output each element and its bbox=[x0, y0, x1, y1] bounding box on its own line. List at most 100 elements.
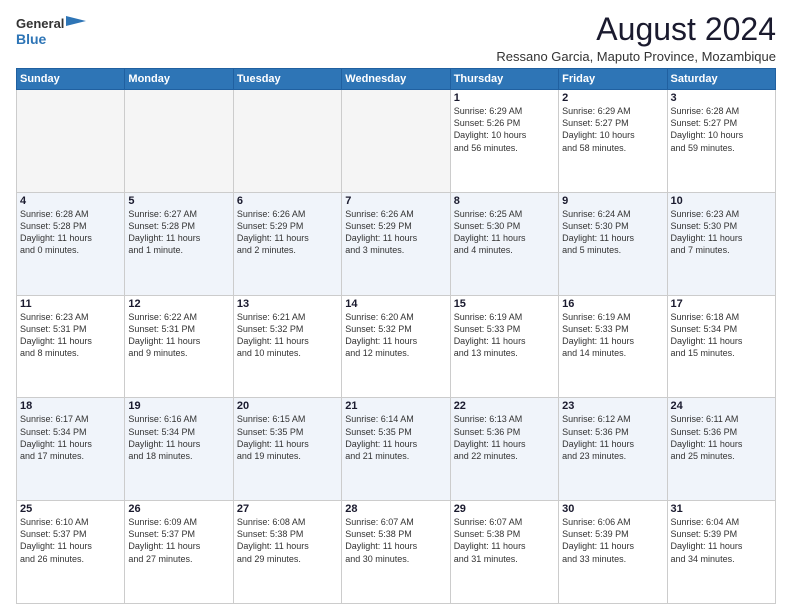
calendar-cell: 19Sunrise: 6:16 AMSunset: 5:34 PMDayligh… bbox=[125, 398, 233, 501]
cell-info-line: Sunrise: 6:24 AM bbox=[562, 208, 663, 220]
cell-info-line: Daylight: 11 hours bbox=[128, 335, 229, 347]
calendar-cell: 6Sunrise: 6:26 AMSunset: 5:29 PMDaylight… bbox=[233, 192, 341, 295]
cell-info-line: Sunset: 5:28 PM bbox=[20, 220, 121, 232]
calendar-cell: 1Sunrise: 6:29 AMSunset: 5:26 PMDaylight… bbox=[450, 90, 558, 193]
calendar-cell: 10Sunrise: 6:23 AMSunset: 5:30 PMDayligh… bbox=[667, 192, 775, 295]
day-header-sunday: Sunday bbox=[17, 69, 125, 90]
cell-info-line: Sunrise: 6:21 AM bbox=[237, 311, 338, 323]
cell-info-line: and 15 minutes. bbox=[671, 347, 772, 359]
day-number: 11 bbox=[20, 298, 121, 310]
calendar-cell: 5Sunrise: 6:27 AMSunset: 5:28 PMDaylight… bbox=[125, 192, 233, 295]
cell-info-line: and 0 minutes. bbox=[20, 244, 121, 256]
cell-info-line: Sunrise: 6:19 AM bbox=[454, 311, 555, 323]
cell-info-line: Sunrise: 6:19 AM bbox=[562, 311, 663, 323]
calendar-cell: 17Sunrise: 6:18 AMSunset: 5:34 PMDayligh… bbox=[667, 295, 775, 398]
cell-info-line: Sunset: 5:37 PM bbox=[20, 528, 121, 540]
day-number: 14 bbox=[345, 298, 446, 310]
cell-info-line: Sunset: 5:38 PM bbox=[454, 528, 555, 540]
cell-info-line: and 3 minutes. bbox=[345, 244, 446, 256]
cell-info-line: Sunset: 5:39 PM bbox=[671, 528, 772, 540]
day-number: 23 bbox=[562, 400, 663, 412]
logo-general: General bbox=[16, 17, 64, 31]
day-number: 17 bbox=[671, 298, 772, 310]
cell-info-line: Sunset: 5:30 PM bbox=[671, 220, 772, 232]
cell-info-line: Sunrise: 6:07 AM bbox=[454, 516, 555, 528]
cell-info-line: Sunset: 5:32 PM bbox=[237, 323, 338, 335]
cell-info-line: Daylight: 11 hours bbox=[671, 335, 772, 347]
calendar-cell: 9Sunrise: 6:24 AMSunset: 5:30 PMDaylight… bbox=[559, 192, 667, 295]
calendar-week-row: 18Sunrise: 6:17 AMSunset: 5:34 PMDayligh… bbox=[17, 398, 776, 501]
cell-info-line: and 9 minutes. bbox=[128, 347, 229, 359]
calendar-cell: 20Sunrise: 6:15 AMSunset: 5:35 PMDayligh… bbox=[233, 398, 341, 501]
cell-info-line: Daylight: 11 hours bbox=[671, 540, 772, 552]
calendar-cell: 28Sunrise: 6:07 AMSunset: 5:38 PMDayligh… bbox=[342, 501, 450, 604]
day-number: 10 bbox=[671, 195, 772, 207]
cell-info-line: and 18 minutes. bbox=[128, 450, 229, 462]
day-number: 24 bbox=[671, 400, 772, 412]
cell-info-line: Sunset: 5:31 PM bbox=[20, 323, 121, 335]
cell-info-line: Sunrise: 6:15 AM bbox=[237, 413, 338, 425]
cell-info-line: and 27 minutes. bbox=[128, 553, 229, 565]
day-number: 30 bbox=[562, 503, 663, 515]
cell-info-line: Daylight: 11 hours bbox=[562, 438, 663, 450]
cell-info-line: and 58 minutes. bbox=[562, 142, 663, 154]
calendar-cell: 23Sunrise: 6:12 AMSunset: 5:36 PMDayligh… bbox=[559, 398, 667, 501]
calendar-cell: 26Sunrise: 6:09 AMSunset: 5:37 PMDayligh… bbox=[125, 501, 233, 604]
cell-info-line: and 25 minutes. bbox=[671, 450, 772, 462]
logo-flag-icon bbox=[64, 16, 86, 32]
cell-info-line: and 19 minutes. bbox=[237, 450, 338, 462]
title-section: August 2024 Ressano Garcia, Maputo Provi… bbox=[86, 12, 776, 64]
cell-info-line: Daylight: 11 hours bbox=[671, 438, 772, 450]
day-number: 15 bbox=[454, 298, 555, 310]
cell-info-line: Sunrise: 6:04 AM bbox=[671, 516, 772, 528]
cell-info-line: Sunrise: 6:08 AM bbox=[237, 516, 338, 528]
cell-info-line: Sunset: 5:33 PM bbox=[454, 323, 555, 335]
day-number: 8 bbox=[454, 195, 555, 207]
day-header-friday: Friday bbox=[559, 69, 667, 90]
cell-info-line: Sunset: 5:31 PM bbox=[128, 323, 229, 335]
cell-info-line: Sunset: 5:27 PM bbox=[562, 117, 663, 129]
cell-info-line: Sunrise: 6:09 AM bbox=[128, 516, 229, 528]
cell-info-line: Daylight: 11 hours bbox=[345, 540, 446, 552]
cell-info-line: Daylight: 11 hours bbox=[671, 232, 772, 244]
cell-info-line: Sunset: 5:39 PM bbox=[562, 528, 663, 540]
day-header-wednesday: Wednesday bbox=[342, 69, 450, 90]
cell-info-line: Sunrise: 6:28 AM bbox=[671, 105, 772, 117]
cell-info-line: Daylight: 11 hours bbox=[237, 438, 338, 450]
cell-info-line: Sunset: 5:37 PM bbox=[128, 528, 229, 540]
cell-info-line: Daylight: 11 hours bbox=[562, 232, 663, 244]
day-number: 28 bbox=[345, 503, 446, 515]
cell-info-line: Sunrise: 6:26 AM bbox=[237, 208, 338, 220]
cell-info-line: Sunrise: 6:16 AM bbox=[128, 413, 229, 425]
day-number: 7 bbox=[345, 195, 446, 207]
day-header-monday: Monday bbox=[125, 69, 233, 90]
page: General Blue August 2024 Ressano Garcia,… bbox=[0, 0, 792, 612]
calendar-cell: 31Sunrise: 6:04 AMSunset: 5:39 PMDayligh… bbox=[667, 501, 775, 604]
cell-info-line: and 12 minutes. bbox=[345, 347, 446, 359]
cell-info-line: Sunset: 5:38 PM bbox=[237, 528, 338, 540]
cell-info-line: and 5 minutes. bbox=[562, 244, 663, 256]
cell-info-line: Sunset: 5:35 PM bbox=[237, 426, 338, 438]
cell-info-line: Daylight: 11 hours bbox=[128, 232, 229, 244]
cell-info-line: and 31 minutes. bbox=[454, 553, 555, 565]
cell-info-line: Sunset: 5:36 PM bbox=[671, 426, 772, 438]
logo-blue: Blue bbox=[16, 32, 86, 47]
cell-info-line: Sunrise: 6:06 AM bbox=[562, 516, 663, 528]
cell-info-line: and 56 minutes. bbox=[454, 142, 555, 154]
cell-info-line: Daylight: 11 hours bbox=[345, 335, 446, 347]
day-header-tuesday: Tuesday bbox=[233, 69, 341, 90]
calendar-week-row: 4Sunrise: 6:28 AMSunset: 5:28 PMDaylight… bbox=[17, 192, 776, 295]
cell-info-line: Sunset: 5:30 PM bbox=[562, 220, 663, 232]
cell-info-line: Sunset: 5:34 PM bbox=[671, 323, 772, 335]
cell-info-line: Sunrise: 6:10 AM bbox=[20, 516, 121, 528]
day-number: 20 bbox=[237, 400, 338, 412]
day-header-thursday: Thursday bbox=[450, 69, 558, 90]
cell-info-line: Sunset: 5:36 PM bbox=[562, 426, 663, 438]
day-number: 1 bbox=[454, 92, 555, 104]
calendar-week-row: 1Sunrise: 6:29 AMSunset: 5:26 PMDaylight… bbox=[17, 90, 776, 193]
calendar-cell: 3Sunrise: 6:28 AMSunset: 5:27 PMDaylight… bbox=[667, 90, 775, 193]
cell-info-line: Daylight: 11 hours bbox=[454, 335, 555, 347]
day-number: 26 bbox=[128, 503, 229, 515]
calendar-cell: 13Sunrise: 6:21 AMSunset: 5:32 PMDayligh… bbox=[233, 295, 341, 398]
cell-info-line: Sunrise: 6:23 AM bbox=[20, 311, 121, 323]
